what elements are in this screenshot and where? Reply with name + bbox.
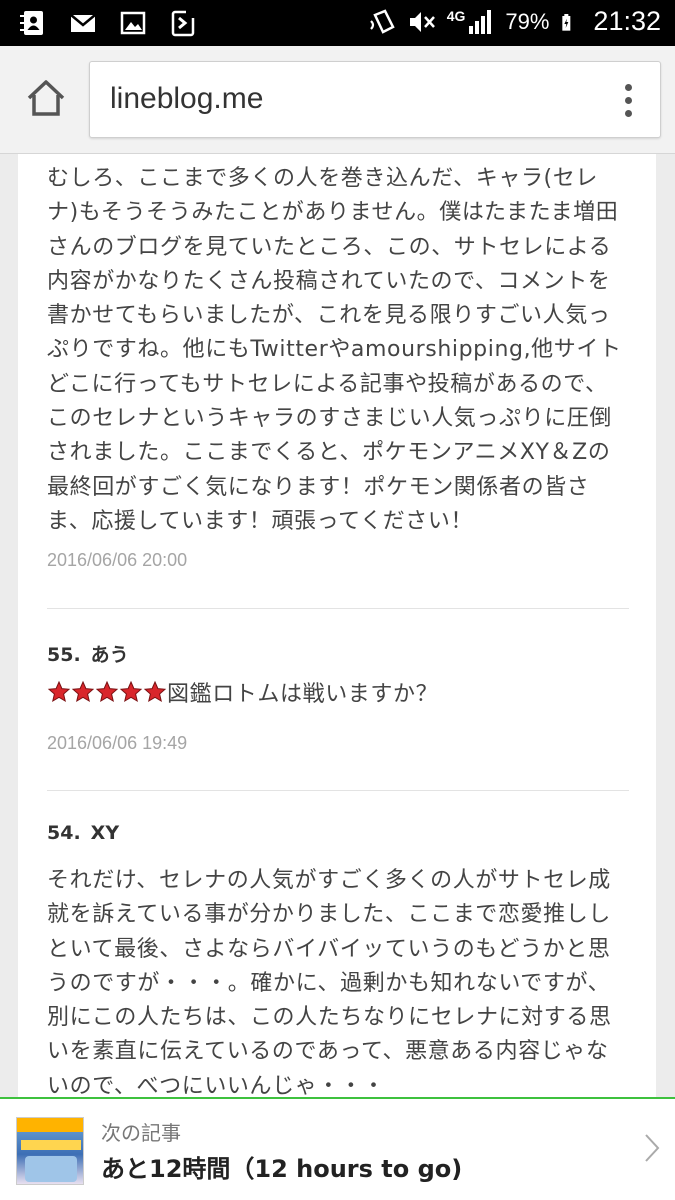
- contacts-icon: [20, 11, 43, 35]
- comment-header: 55. あう: [47, 640, 139, 667]
- article-thumbnail[interactable]: [16, 1117, 84, 1185]
- star-icon: [143, 680, 167, 703]
- star-rating: [47, 680, 167, 704]
- mail-icon: [70, 14, 96, 32]
- comments-section: むしろ、ここまで多くの人を巻き込んだ、キャラ(セレナ)もそうそうみたことがありま…: [18, 154, 656, 1100]
- comment-author[interactable]: あう: [91, 644, 129, 666]
- image-icon: [120, 11, 146, 35]
- comment-date: 2016/06/06 19:49: [47, 733, 188, 753]
- comment-author[interactable]: XY: [91, 822, 119, 844]
- comment-body: それだけ、セレナの人気がすごく多くの人がサトセレ成就を訴えている事が分かりました…: [47, 868, 612, 1099]
- divider: [47, 790, 629, 791]
- comment-body: 図鑑ロトムは戦いますか？: [47, 678, 629, 712]
- system-status: 4G 79% 21:32: [367, 6, 661, 37]
- mute-icon: [409, 11, 435, 32]
- nfc-icon: [369, 8, 395, 34]
- sync-icon: [171, 9, 195, 37]
- status-bar: 4G 79% 21:32: [0, 0, 675, 46]
- divider: [47, 608, 629, 609]
- clock: 21:32: [593, 6, 661, 36]
- notification-icons: [18, 8, 198, 38]
- overflow-menu-icon[interactable]: [618, 82, 638, 120]
- home-icon[interactable]: [24, 76, 68, 120]
- next-article-label: 次の記事: [101, 1121, 181, 1145]
- comment-number: 54.: [47, 822, 81, 844]
- chevron-right-icon[interactable]: [643, 1132, 661, 1164]
- comment-text: 図鑑ロトムは戦いますか？: [167, 682, 439, 707]
- battery-icon: [562, 13, 571, 31]
- star-icon: [95, 680, 119, 703]
- comment-number: 55.: [47, 644, 81, 666]
- url-text[interactable]: lineblog.me: [110, 82, 263, 116]
- next-article-bar[interactable]: 次の記事 あと12時間（12 hours to go): [0, 1097, 675, 1200]
- browser-toolbar: lineblog.me: [0, 46, 675, 154]
- comment-date: 2016/06/06 20:00: [47, 550, 188, 570]
- comment-header: 54. XY: [47, 822, 129, 844]
- battery-percent: 79%: [505, 8, 550, 34]
- comment-body: むしろ、ここまで多くの人を巻き込んだ、キャラ(セレナ)もそうそうみたことがありま…: [47, 166, 622, 534]
- signal-icon: [469, 9, 492, 34]
- star-icon: [71, 680, 95, 703]
- network-type: 4G: [446, 8, 466, 24]
- star-icon: [119, 680, 143, 703]
- star-icon: [47, 680, 71, 703]
- next-article-title[interactable]: あと12時間（12 hours to go): [101, 1149, 462, 1184]
- address-bar[interactable]: lineblog.me: [89, 61, 661, 138]
